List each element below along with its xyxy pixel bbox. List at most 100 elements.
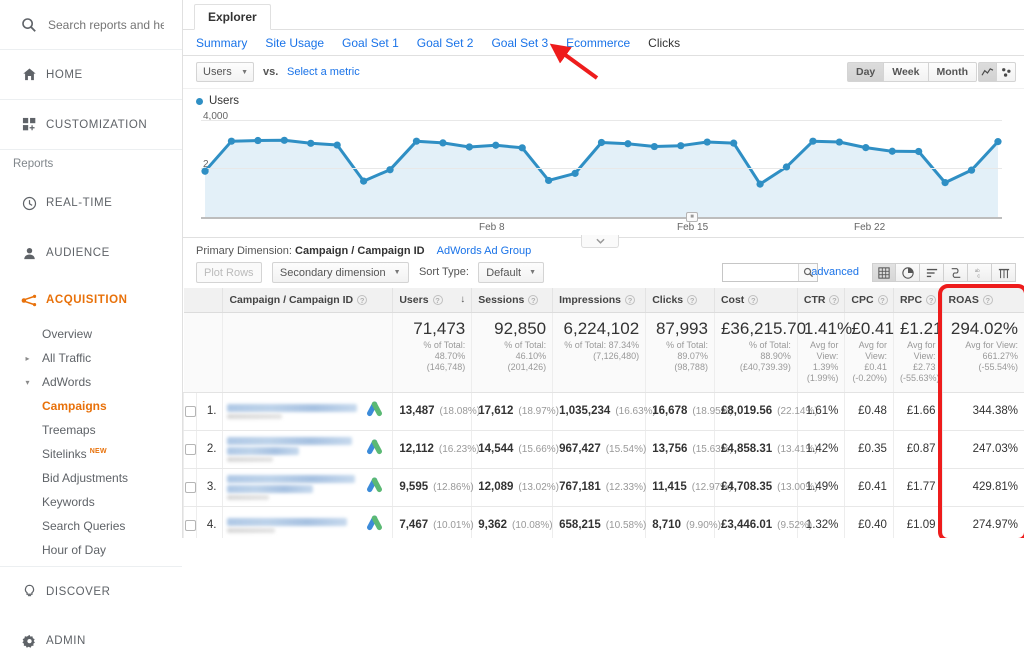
cell-impressions: 658,215(10.58%) — [553, 506, 646, 538]
granularity-week[interactable]: Week — [884, 62, 928, 82]
help-icon[interactable]: ? — [829, 295, 839, 305]
table-row[interactable]: 3. 9,595(12.86%) 12,089(13.02%) 767,181(… — [184, 468, 1024, 506]
bar-chart-view-icon[interactable] — [920, 263, 944, 282]
granularity-day[interactable]: Day — [847, 62, 884, 82]
sidebar-item-admin[interactable]: ADMIN — [0, 616, 182, 666]
sidebar-item-customization[interactable]: CUSTOMIZATION — [0, 100, 182, 150]
sidebar-item-bid-adjustments[interactable]: Bid Adjustments — [0, 466, 182, 490]
select-a-metric-link[interactable]: Select a metric — [287, 66, 360, 78]
col-cpc[interactable]: CPC? — [845, 288, 894, 312]
row-checkbox-cell[interactable] — [184, 506, 197, 538]
scatter-plot-icon[interactable] — [997, 62, 1016, 82]
col-users[interactable]: Users?↓ — [393, 288, 472, 312]
tab-goal-set-2[interactable]: Goal Set 2 — [417, 36, 474, 50]
col-roas[interactable]: ROAS? — [942, 288, 1024, 312]
help-icon[interactable]: ? — [625, 295, 635, 305]
sidebar-item-acquisition[interactable]: ACQUISITION — [0, 278, 182, 322]
sidebar-section-reports: Reports — [0, 150, 182, 178]
comparison-view-icon[interactable] — [944, 263, 968, 282]
table-search-box[interactable] — [722, 263, 818, 282]
help-icon[interactable]: ? — [433, 295, 443, 305]
plot-rows-button[interactable]: Plot Rows — [196, 262, 262, 283]
sidebar-item-treemaps[interactable]: Treemaps — [0, 418, 182, 442]
table-header-row: Campaign / Campaign ID? Users?↓ Sessions… — [184, 288, 1024, 312]
adwords-ad-group-link[interactable]: AdWords Ad Group — [437, 245, 532, 257]
sort-type-button[interactable]: Default ▼ — [478, 262, 544, 283]
chart-mode-toggle — [978, 62, 1016, 82]
campaign-cell[interactable] — [223, 506, 393, 538]
chevron-down-icon: ▼ — [394, 269, 401, 276]
secondary-dimension-button[interactable]: Secondary dimension ▼ — [272, 262, 409, 283]
tab-ecommerce[interactable]: Ecommerce — [566, 36, 630, 50]
granularity-month[interactable]: Month — [929, 62, 978, 82]
tab-summary[interactable]: Summary — [196, 36, 247, 50]
tab-goal-set-3[interactable]: Goal Set 3 — [491, 36, 548, 50]
cell-rpc: £1.77 — [893, 468, 942, 506]
sidebar-item-label: All Traffic — [42, 351, 182, 365]
tab-site-usage[interactable]: Site Usage — [265, 36, 324, 50]
row-checkbox[interactable] — [185, 406, 196, 417]
chart-range-handle-left[interactable]: ■ — [686, 212, 698, 222]
tab-goal-set-1[interactable]: Goal Set 1 — [342, 36, 399, 50]
line-chart-icon[interactable] — [978, 62, 997, 82]
chart-plot-area — [201, 115, 1002, 218]
sort-descending-icon: ↓ — [460, 294, 465, 305]
pivot-view-icon[interactable] — [992, 263, 1016, 282]
metric-select[interactable]: Users ▼ — [196, 62, 254, 82]
table-search-input[interactable] — [726, 265, 796, 280]
search-input[interactable] — [46, 17, 166, 33]
col-clicks[interactable]: Clicks? — [646, 288, 715, 312]
sidebar-item-search-queries[interactable]: Search Queries — [0, 514, 182, 538]
help-icon[interactable]: ? — [926, 295, 936, 305]
row-checkbox-cell[interactable] — [184, 430, 197, 468]
pie-chart-view-icon[interactable] — [896, 263, 920, 282]
help-icon[interactable]: ? — [983, 295, 993, 305]
sidebar-item-all-traffic[interactable]: ▸ All Traffic — [0, 346, 182, 370]
col-campaign[interactable]: Campaign / Campaign ID? — [223, 288, 393, 312]
help-icon[interactable]: ? — [528, 295, 538, 305]
tab-clicks[interactable]: Clicks — [648, 36, 680, 50]
sidebar-item-campaigns[interactable]: Campaigns — [0, 394, 182, 418]
row-checkbox[interactable] — [185, 520, 196, 531]
help-icon[interactable]: ? — [687, 295, 697, 305]
campaign-cell[interactable] — [223, 392, 393, 430]
sidebar-item-hour-of-day[interactable]: Hour of Day — [0, 538, 182, 562]
totals-rpc: £1.21Avg for View: £2.73 (-55.63%) — [893, 312, 942, 392]
select-all-header[interactable] — [184, 288, 197, 312]
svg-text:c: c — [977, 273, 980, 279]
sidebar-item-overview[interactable]: Overview — [0, 322, 182, 346]
sidebar-item-discover[interactable]: DISCOVER — [0, 566, 182, 616]
tab-explorer[interactable]: Explorer — [194, 4, 271, 30]
sidebar-item-home[interactable]: HOME — [0, 50, 182, 100]
cell-users: 7,467(10.01%) — [393, 506, 472, 538]
help-icon[interactable]: ? — [878, 295, 888, 305]
campaign-cell[interactable] — [223, 430, 393, 468]
chevron-down-icon — [596, 238, 605, 244]
col-rpc[interactable]: RPC? — [893, 288, 942, 312]
cell-impressions: 967,427(15.54%) — [553, 430, 646, 468]
col-impressions[interactable]: Impressions? — [553, 288, 646, 312]
advanced-link[interactable]: advanced — [811, 266, 859, 278]
sidebar-item-keywords[interactable]: Keywords — [0, 490, 182, 514]
search-reports-row[interactable] — [0, 0, 182, 50]
col-ctr[interactable]: CTR? — [797, 288, 845, 312]
col-sessions[interactable]: Sessions? — [472, 288, 553, 312]
sidebar-item-sitelinks[interactable]: SitelinksNEW — [0, 442, 182, 466]
col-cost[interactable]: Cost? — [714, 288, 797, 312]
term-cloud-view-icon[interactable]: abc — [968, 263, 992, 282]
table-row[interactable]: 2. 12,112(16.23%) 14,544(15.66%) 967,427… — [184, 430, 1024, 468]
campaign-cell[interactable] — [223, 468, 393, 506]
sidebar-item-audience[interactable]: AUDIENCE — [0, 228, 182, 278]
table-row[interactable]: 1. 13,487(18.08%) 17,612(18.97%) 1,035,2… — [184, 392, 1024, 430]
sidebar-item-realtime[interactable]: REAL-TIME — [0, 178, 182, 228]
sidebar-item-adwords[interactable]: ▾ AdWords — [0, 370, 182, 394]
table-view-icon[interactable] — [872, 263, 896, 282]
row-checkbox[interactable] — [185, 444, 196, 455]
table-row[interactable]: 4. 7,467(10.01%) 9,362(10.08%) 658,215(1… — [184, 506, 1024, 538]
row-checkbox-cell[interactable] — [184, 468, 197, 506]
help-icon[interactable]: ? — [748, 295, 758, 305]
row-checkbox[interactable] — [185, 482, 196, 493]
row-checkbox-cell[interactable] — [184, 392, 197, 430]
collapse-chart-button[interactable] — [581, 235, 619, 248]
help-icon[interactable]: ? — [357, 295, 367, 305]
